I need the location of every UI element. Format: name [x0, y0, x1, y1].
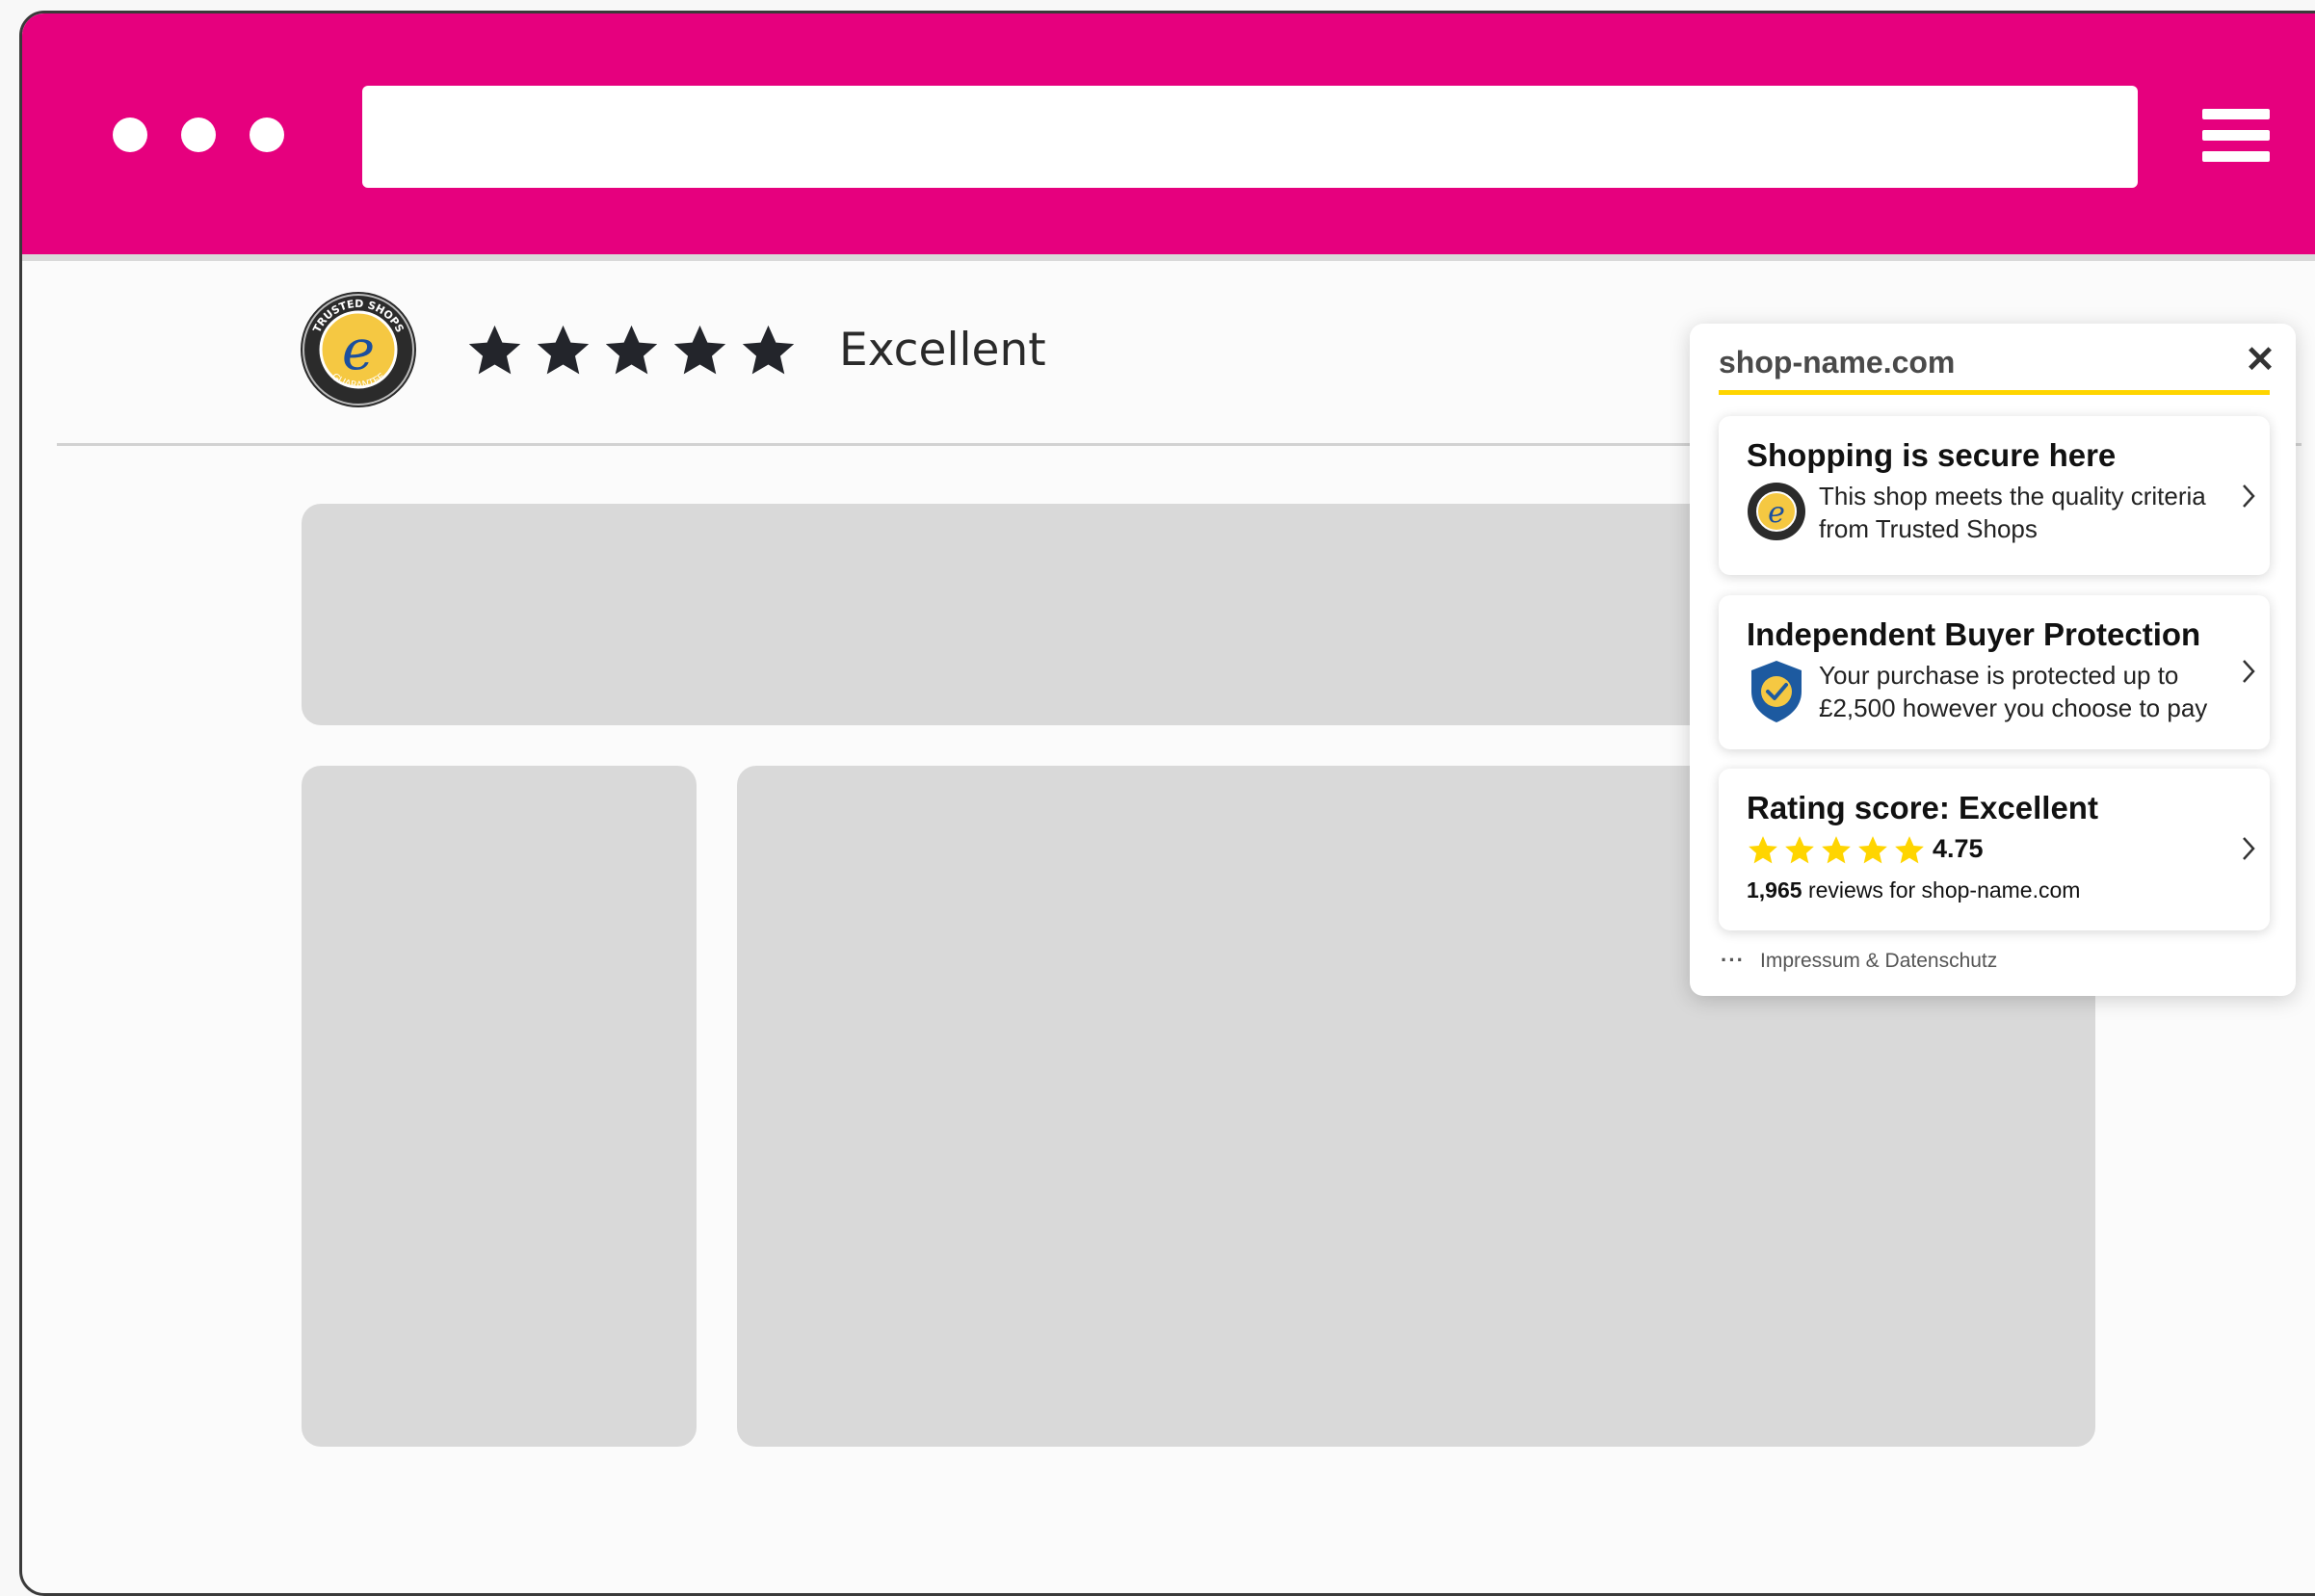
review-count: 1,965 — [1747, 877, 1802, 903]
review-count-text: 1,965 reviews for shop-name.com — [1747, 877, 2080, 903]
chevron-right-icon — [2243, 484, 2255, 508]
address-bar[interactable] — [362, 86, 2138, 188]
impressum-link[interactable]: Impressum & Datenschutz — [1760, 950, 1997, 973]
card-title: Independent Buyer Protection — [1747, 616, 2201, 652]
popup-domain: shop-name.com — [1719, 345, 1956, 379]
trusted-shops-seal-icon[interactable]: e TRUSTED SHOPS GUARANTEE — [300, 291, 417, 408]
star-icon — [605, 325, 658, 375]
star-icon — [468, 325, 521, 375]
star-icon — [537, 325, 590, 375]
card-text: Your purchase is protected up to £2,500 … — [1819, 661, 2208, 722]
card-rating-score[interactable]: Rating score: Excellent 4.75 1,965 revie… — [1719, 769, 2270, 930]
star-icon — [742, 325, 795, 375]
star-icon — [1822, 836, 1851, 864]
card-title: Shopping is secure here — [1747, 437, 2117, 473]
chevron-right-icon — [2243, 660, 2255, 683]
card-secure-shopping[interactable]: Shopping is secure here e This shop meet… — [1719, 416, 2270, 575]
trust-popup: shop-name.com ✕ Shopping is secure here … — [1690, 324, 2296, 996]
rating-score-value: 4.75 — [1933, 834, 1984, 863]
hamburger-menu-icon[interactable] — [2202, 109, 2270, 163]
browser-window: e TRUSTED SHOPS GUARANTEE Excellent shop… — [19, 11, 2315, 1596]
browser-toolbar — [22, 13, 2315, 261]
review-count-suffix: reviews for shop-name.com — [1802, 877, 2081, 903]
card-title: Rating score: Excellent — [1747, 790, 2098, 825]
star-icon — [1785, 836, 1814, 864]
window-control-dot[interactable] — [181, 118, 216, 152]
card-text: This shop meets the quality criteria fro… — [1819, 482, 2206, 543]
header-star-rating — [465, 322, 798, 380]
more-options-icon[interactable]: ··· — [1721, 948, 1745, 973]
close-icon[interactable]: ✕ — [2243, 342, 2277, 379]
rating-label[interactable]: Excellent — [839, 324, 1046, 377]
shield-check-icon — [1751, 661, 1802, 722]
svg-text:e: e — [342, 317, 375, 382]
star-icon — [1749, 836, 1777, 864]
window-control-dot[interactable] — [250, 118, 284, 152]
rating-stars — [1747, 834, 1926, 867]
popup-underline — [1719, 390, 2270, 395]
svg-text:e: e — [1768, 496, 1785, 530]
star-icon — [673, 325, 726, 375]
star-icon — [1858, 836, 1887, 864]
card-buyer-protection[interactable]: Independent Buyer Protection Your purcha… — [1719, 595, 2270, 749]
window-control-dot[interactable] — [113, 118, 147, 152]
star-icon — [1895, 836, 1924, 864]
trusted-shops-seal-icon: e — [1747, 482, 1806, 541]
content-placeholder-sidebar — [302, 766, 697, 1447]
chevron-right-icon — [2243, 837, 2255, 860]
